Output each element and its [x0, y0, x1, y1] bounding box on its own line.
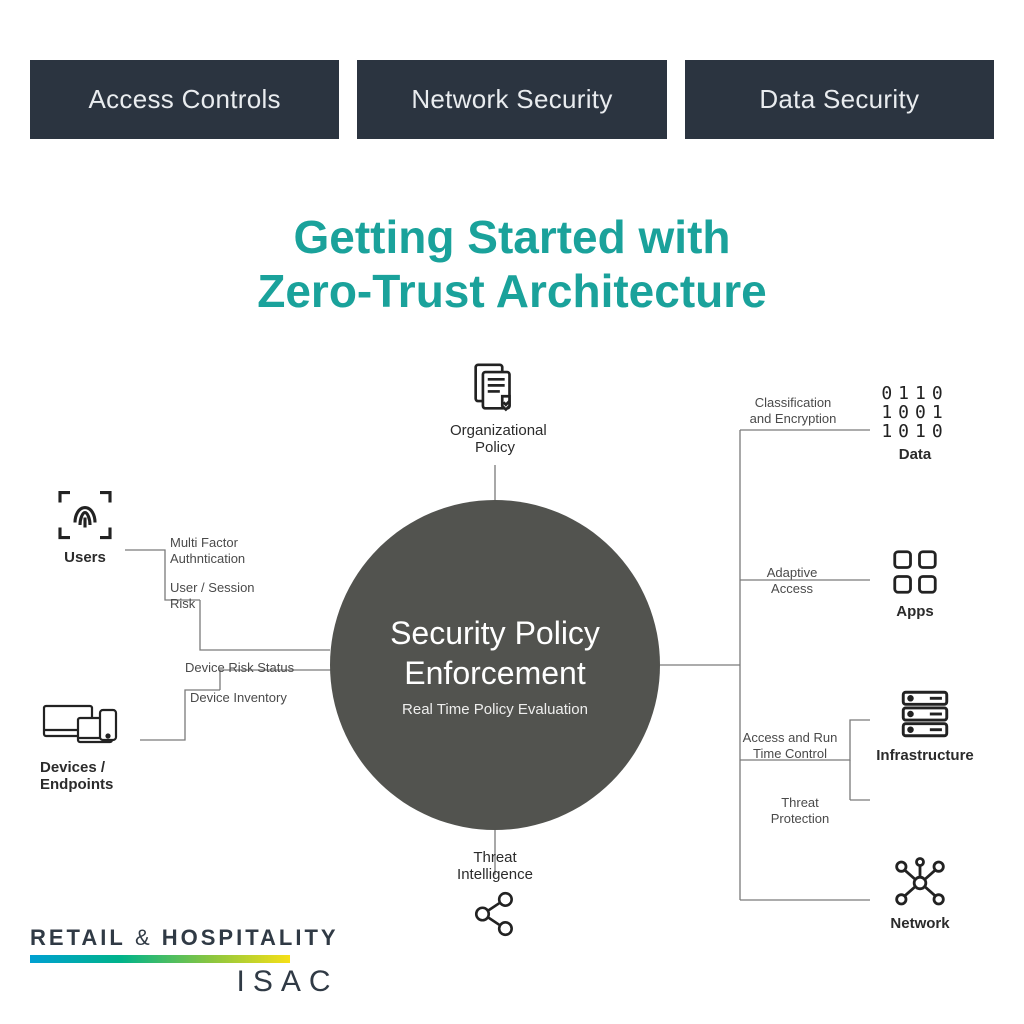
node-devices-endpoints: Devices / Endpoints — [40, 700, 150, 793]
server-stack-icon — [870, 685, 980, 743]
share-nodes-icon — [445, 889, 545, 939]
node-organizational-policy: Organizational Policy — [450, 360, 540, 456]
top-tabs: Access Controls Network Security Data Se… — [30, 60, 994, 139]
node-users: Users — [40, 485, 130, 566]
page-title: Getting Started with Zero-Trust Architec… — [0, 210, 1024, 319]
apps-grid-icon — [875, 545, 955, 599]
title-line-2: Zero-Trust Architecture — [257, 265, 767, 317]
binary-data-icon: 0110 1001 1010 — [870, 385, 960, 442]
caption-device-inventory: Device Inventory — [190, 690, 310, 706]
network-graph-icon — [875, 855, 965, 911]
label-devices-endpoints: Devices / Endpoints — [40, 759, 150, 793]
caption-threat-protection: Threat Protection — [760, 795, 840, 828]
label-organizational-policy: Organizational Policy — [450, 422, 540, 456]
node-infrastructure: Infrastructure — [870, 685, 980, 764]
hub-security-policy-enforcement: Security Policy Enforcement Real Time Pol… — [330, 500, 660, 830]
node-network: Network — [875, 855, 965, 932]
label-threat-intelligence: Threat Intelligence — [445, 849, 545, 883]
tab-data-security: Data Security — [685, 60, 994, 139]
logo-line-2: ISAC — [30, 965, 339, 999]
label-users: Users — [40, 549, 130, 566]
node-threat-intelligence: Threat Intelligence — [445, 845, 545, 939]
caption-adaptive-access: Adaptive Access — [752, 565, 832, 598]
logo-gradient-bar — [30, 955, 290, 963]
devices-icon — [40, 700, 150, 755]
label-infrastructure: Infrastructure — [870, 747, 980, 764]
node-data: 0110 1001 1010 Data — [870, 385, 960, 463]
title-line-1: Getting Started with — [294, 211, 731, 263]
caption-access-runtime: Access and Run Time Control — [740, 730, 840, 763]
tab-network-security: Network Security — [357, 60, 666, 139]
tab-access-controls: Access Controls — [30, 60, 339, 139]
architecture-diagram: Security Policy Enforcement Real Time Pol… — [40, 370, 984, 994]
caption-device-risk: Device Risk Status — [185, 660, 305, 676]
hub-subtitle: Real Time Policy Evaluation — [402, 701, 588, 718]
label-network: Network — [875, 915, 965, 932]
logo-line-1: RETAIL & HOSPITALITY — [30, 925, 339, 951]
fingerprint-scan-icon — [40, 485, 130, 545]
caption-classification-encryption: Classification and Encryption — [748, 395, 838, 428]
brand-logo: RETAIL & HOSPITALITY ISAC — [30, 925, 339, 999]
hub-title-l2: Enforcement — [404, 655, 585, 691]
caption-mfa: Multi Factor Authntication — [170, 535, 280, 568]
hub-title-l1: Security Policy — [390, 615, 600, 651]
policy-document-icon — [450, 360, 540, 418]
caption-user-risk: User / Session Risk — [170, 580, 280, 613]
label-data: Data — [870, 446, 960, 463]
node-apps: Apps — [875, 545, 955, 620]
label-apps: Apps — [875, 603, 955, 620]
